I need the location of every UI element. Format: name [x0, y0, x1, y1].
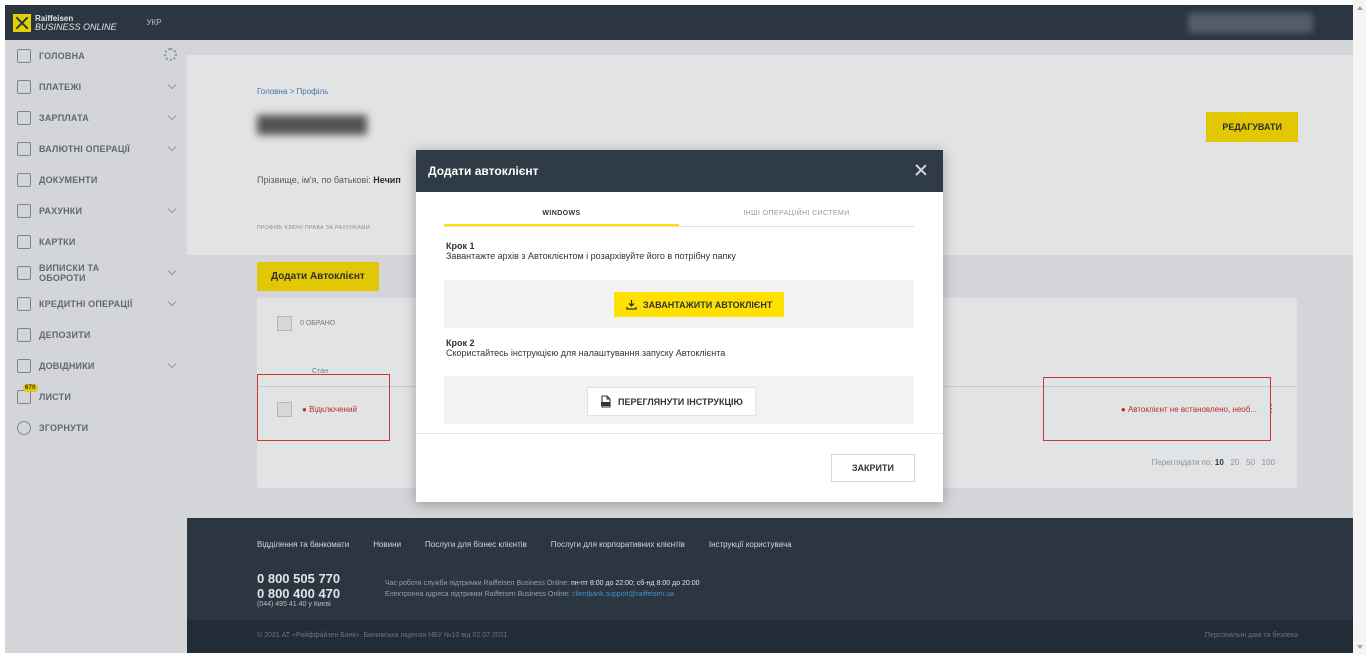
close-button[interactable]: ЗАКРИТИ — [830, 454, 915, 482]
modal-header: Додати автоклієнт — [416, 150, 943, 192]
modal-title: Додати автоклієнт — [428, 164, 539, 178]
tab-other-os[interactable]: ІНШІ ОПЕРАЦІЙНІ СИСТЕМИ — [679, 202, 914, 226]
view-instruction-button[interactable]: ПЕРЕГЛЯНУТИ ІНСТРУКЦІЮ — [587, 387, 756, 416]
scroll-up-icon[interactable] — [1357, 6, 1363, 10]
divider — [416, 433, 943, 434]
pdf-icon — [600, 395, 612, 408]
step-1: Крок 1 Завантажте архів з Автоклієнтом і… — [446, 241, 736, 261]
download-box: ЗАВАНТАЖИТИ АВТОКЛІЄНТ — [444, 280, 914, 328]
download-icon — [626, 299, 637, 310]
step-2: Крок 2 Скористайтесь інструкцією для нал… — [446, 338, 726, 358]
download-autoclient-button[interactable]: ЗАВАНТАЖИТИ АВТОКЛІЄНТ — [614, 292, 785, 317]
instruction-box: ПЕРЕГЛЯНУТИ ІНСТРУКЦІЮ — [444, 376, 914, 424]
tab-windows[interactable]: WINDOWS — [444, 202, 679, 226]
page-scrollbar[interactable] — [1353, 0, 1366, 655]
os-tabs: WINDOWS ІНШІ ОПЕРАЦІЙНІ СИСТЕМИ — [444, 202, 914, 227]
add-autoclient-modal: Додати автоклієнт WINDOWS ІНШІ ОПЕРАЦІЙН… — [416, 150, 943, 502]
scroll-down-icon[interactable] — [1357, 645, 1363, 649]
close-icon[interactable] — [913, 162, 929, 178]
